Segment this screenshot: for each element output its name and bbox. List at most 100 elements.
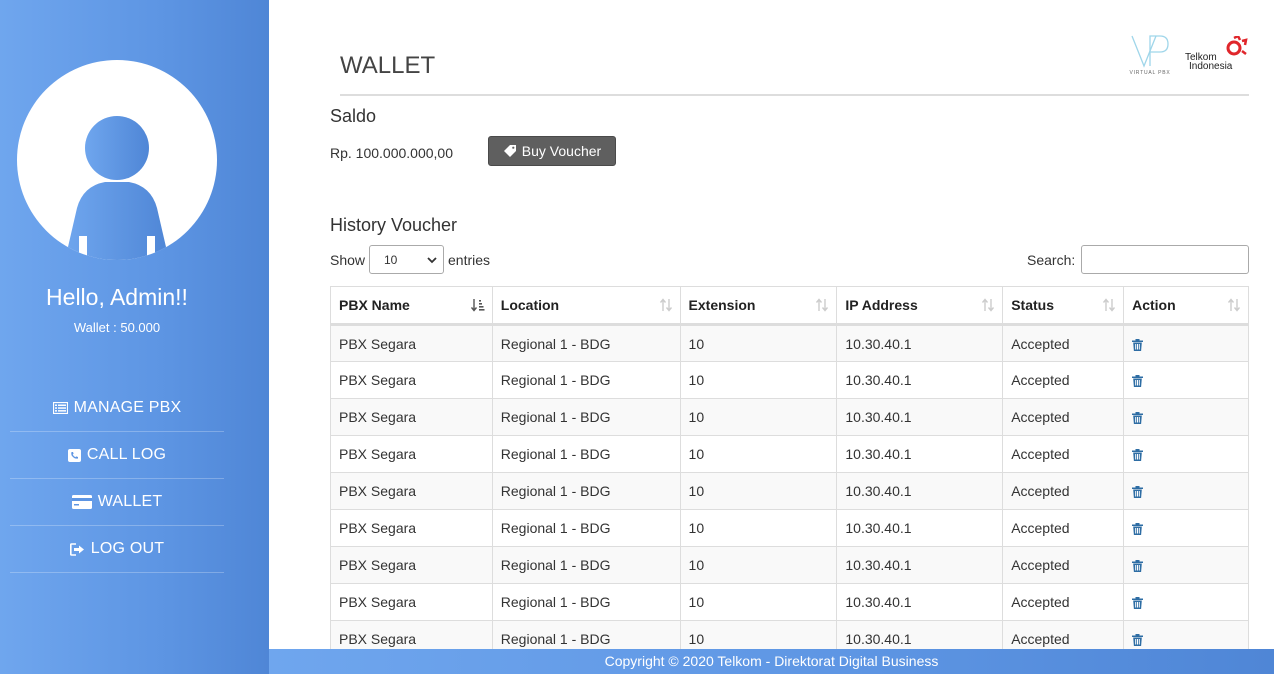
column-header-location[interactable]: Location	[491, 286, 681, 326]
trash-icon[interactable]	[1132, 375, 1144, 388]
sidebar-nav: MANAGE PBX CALL LOG WALLET LOG OUT	[10, 385, 224, 573]
nav-label: CALL LOG	[86, 446, 167, 463]
sort-both-icon	[816, 298, 829, 312]
cell-status: Accepted	[1002, 398, 1125, 436]
column-header-ip-address[interactable]: IP Address	[836, 286, 1004, 326]
trash-icon[interactable]	[1132, 560, 1144, 573]
show-label: Show	[330, 252, 366, 268]
voucher-history-table: PBX Name Location Extension IP Address S…	[330, 286, 1249, 658]
table-row: PBX Segara Regional 1 - BDG 10 10.30.40.…	[330, 509, 1249, 547]
cell-pbx-name: PBX Segara	[330, 583, 493, 621]
sort-both-icon	[982, 298, 995, 312]
avatar	[17, 60, 217, 260]
nav-item-wallet[interactable]: WALLET	[10, 479, 224, 526]
greeting: Hello, Admin!!	[46, 284, 188, 310]
cell-location: Regional 1 - BDG	[491, 398, 681, 436]
table-row: PBX Segara Regional 1 - BDG 10 10.30.40.…	[330, 398, 1249, 436]
cell-action	[1123, 398, 1249, 436]
cell-ip-address: 10.30.40.1	[836, 398, 1004, 436]
nav-item-call-log[interactable]: CALL LOG	[10, 432, 224, 479]
column-header-status[interactable]: Status	[1002, 286, 1125, 326]
search-input[interactable]	[1081, 245, 1249, 274]
table-row: PBX Segara Regional 1 - BDG 10 10.30.40.…	[330, 472, 1249, 510]
saldo-amount: Rp. 100.000.000,00	[330, 145, 453, 161]
footer: Copyright © 2020 Telkom - Direktorat Dig…	[269, 649, 1274, 674]
entries-value: 10	[384, 252, 398, 267]
nav-label: LOG OUT	[90, 540, 165, 557]
cell-pbx-name: PBX Segara	[330, 509, 493, 547]
table-row: PBX Segara Regional 1 - BDG 10 10.30.40.…	[330, 546, 1249, 584]
nav-label: MANAGE PBX	[73, 399, 182, 416]
buy-voucher-button[interactable]: Buy Voucher	[488, 136, 616, 166]
credit-card-icon	[71, 495, 92, 509]
cell-action	[1123, 509, 1249, 547]
trash-icon[interactable]	[1132, 597, 1144, 610]
column-header-action[interactable]: Action	[1123, 286, 1249, 326]
cell-pbx-name: PBX Segara	[330, 361, 493, 399]
cell-status: Accepted	[1002, 435, 1125, 473]
cell-action	[1123, 324, 1249, 362]
cell-action	[1123, 435, 1249, 473]
trash-icon[interactable]	[1132, 338, 1144, 351]
cell-pbx-name: PBX Segara	[330, 398, 493, 436]
user-silhouette-icon	[65, 116, 169, 260]
table-row: PBX Segara Regional 1 - BDG 10 10.30.40.…	[330, 435, 1249, 473]
nav-item-log-out[interactable]: LOG OUT	[10, 526, 224, 573]
telkom-indonesia-logo: Telkom Indonesia	[1184, 34, 1250, 77]
virtual-pbx-logo: VIRTUAL PBX	[1124, 32, 1176, 81]
indonesia-word: Indonesia	[1189, 61, 1233, 72]
cell-ip-address: 10.30.40.1	[836, 546, 1004, 584]
phone-icon	[67, 448, 81, 462]
cell-extension: 10	[679, 546, 838, 584]
trash-icon[interactable]	[1132, 412, 1144, 425]
table-row: PBX Segara Regional 1 - BDG 10 10.30.40.…	[330, 583, 1249, 621]
trash-icon[interactable]	[1132, 523, 1144, 536]
trash-icon[interactable]	[1132, 449, 1144, 462]
trash-icon[interactable]	[1132, 486, 1144, 499]
trash-icon[interactable]	[1132, 634, 1144, 647]
tag-icon	[503, 145, 516, 157]
virtual-pbx-caption: VIRTUAL PBX	[1129, 70, 1170, 76]
cell-extension: 10	[679, 398, 838, 436]
cell-extension: 10	[679, 435, 838, 473]
column-header-pbx-name[interactable]: PBX Name	[330, 286, 493, 326]
cell-location: Regional 1 - BDG	[491, 509, 681, 547]
entries-label: entries	[448, 252, 491, 268]
entries-select[interactable]: 10	[369, 245, 444, 274]
buy-voucher-label: Buy Voucher	[521, 143, 602, 159]
cell-ip-address: 10.30.40.1	[836, 583, 1004, 621]
table-header-row: PBX Name Location Extension IP Address S…	[330, 286, 1249, 326]
cell-extension: 10	[679, 324, 838, 362]
list-icon	[52, 402, 68, 414]
history-heading: History Voucher	[330, 215, 458, 235]
cell-location: Regional 1 - BDG	[491, 435, 681, 473]
column-header-extension[interactable]: Extension	[679, 286, 838, 326]
search-label: Search:	[1027, 252, 1076, 268]
cell-pbx-name: PBX Segara	[330, 324, 493, 362]
cell-status: Accepted	[1002, 324, 1125, 362]
cell-ip-address: 10.30.40.1	[836, 472, 1004, 510]
cell-ip-address: 10.30.40.1	[836, 324, 1004, 362]
nav-label: WALLET	[97, 493, 163, 510]
sort-both-icon	[1103, 298, 1116, 312]
sort-both-icon	[659, 298, 672, 312]
wallet-balance: Wallet : 50.000	[73, 320, 161, 335]
cell-extension: 10	[679, 509, 838, 547]
cell-extension: 10	[679, 361, 838, 399]
cell-status: Accepted	[1002, 361, 1125, 399]
cell-ip-address: 10.30.40.1	[836, 435, 1004, 473]
cell-extension: 10	[679, 472, 838, 510]
table-row: PBX Segara Regional 1 - BDG 10 10.30.40.…	[330, 361, 1249, 399]
sort-both-icon	[1227, 298, 1241, 312]
cell-ip-address: 10.30.40.1	[836, 361, 1004, 399]
cell-action	[1123, 546, 1249, 584]
nav-item-manage-pbx[interactable]: MANAGE PBX	[10, 385, 224, 432]
cell-location: Regional 1 - BDG	[491, 472, 681, 510]
table-row: PBX Segara Regional 1 - BDG 10 10.30.40.…	[330, 324, 1249, 362]
sign-out-icon	[69, 542, 84, 556]
title-divider	[340, 94, 1249, 96]
cell-action	[1123, 583, 1249, 621]
cell-extension: 10	[679, 583, 838, 621]
chevron-down-icon	[427, 257, 437, 264]
cell-location: Regional 1 - BDG	[491, 361, 681, 399]
